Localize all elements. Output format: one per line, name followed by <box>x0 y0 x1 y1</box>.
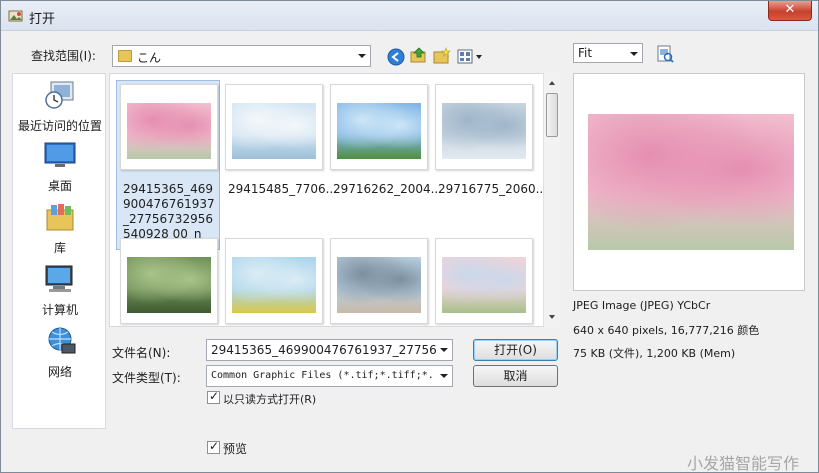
look-in-label: 查找范围(I): <box>31 49 96 63</box>
title-bar[interactable]: 打开 ✕ <box>1 1 818 31</box>
read-only-label[interactable]: 以只读方式打开(R) <box>223 391 316 407</box>
scroll-up-icon[interactable] <box>544 75 561 91</box>
file-name: 29415365_469900476761937_277567329565409… <box>123 182 215 241</box>
thumbnail-frame <box>120 84 218 170</box>
view-menu-icon[interactable] <box>457 48 485 66</box>
thumbnail-image <box>442 257 526 313</box>
up-folder-icon[interactable] <box>410 46 428 64</box>
scrollbar-thumb[interactable] <box>546 93 558 137</box>
folder-icon <box>118 50 132 62</box>
chevron-down-icon[interactable] <box>436 340 452 360</box>
chevron-down-icon[interactable] <box>626 44 642 62</box>
place-label: 计算机 <box>41 303 78 317</box>
preview-checkbox[interactable] <box>207 439 220 454</box>
thumbnail-frame <box>435 84 533 170</box>
thumbnail-image <box>127 103 211 159</box>
thumbnail-frame <box>225 238 323 324</box>
zoom-dropdown[interactable]: Fit <box>573 43 643 63</box>
back-icon[interactable] <box>387 48 405 66</box>
thumbnail-frame <box>225 84 323 170</box>
thumbnail-image <box>232 257 316 313</box>
file-name: 29716262_2004... <box>333 182 443 196</box>
place-library[interactable]: 库 <box>13 202 107 256</box>
place-label: 网络 <box>47 365 72 379</box>
preview-label[interactable]: 预览 <box>223 440 247 457</box>
place-network[interactable]: 网络 <box>13 326 107 380</box>
open-button[interactable]: 打开(O) <box>473 339 558 361</box>
thumbnail-image <box>442 103 526 159</box>
cancel-button[interactable]: 取消 <box>473 365 558 387</box>
image-size-info: 75 KB (文件), 1,200 KB (Mem) <box>573 347 736 360</box>
close-button[interactable]: ✕ <box>768 1 812 21</box>
file-type-label: 文件类型(T): <box>112 371 181 385</box>
chevron-down-icon[interactable] <box>354 46 370 66</box>
vertical-scrollbar[interactable] <box>543 73 560 327</box>
place-desktop[interactable]: 桌面 <box>13 140 107 194</box>
thumbnail-image <box>337 103 421 159</box>
recent-places-icon <box>45 81 74 109</box>
file-name-label: 文件名(N): <box>112 346 171 360</box>
place-recent[interactable]: 最近访问的位置 <box>13 80 107 134</box>
image-dimensions-info: 640 x 640 pixels, 16,777,216 颜色 <box>573 324 760 337</box>
read-only-checkbox[interactable] <box>207 389 220 404</box>
image-format-info: JPEG Image (JPEG) YCbCr <box>573 299 711 312</box>
thumbnail-image <box>337 257 421 313</box>
preview-options-icon[interactable] <box>656 45 674 63</box>
place-label: 最近访问的位置 <box>17 119 102 133</box>
chevron-down-icon[interactable] <box>436 366 452 386</box>
desktop-icon <box>44 142 76 167</box>
window-title: 打开 <box>29 12 56 27</box>
thumbnail-frame <box>330 84 428 170</box>
zoom-value: Fit <box>578 46 593 60</box>
app-icon <box>8 10 23 22</box>
place-label: 库 <box>53 241 66 255</box>
preview-pane <box>573 73 805 291</box>
watermark: 小发猫智能写作 <box>687 454 800 473</box>
thumbnail-frame <box>120 238 218 324</box>
file-name-value: 29415365_469900476761937_277567329565 <box>211 343 437 357</box>
thumbnail-frame <box>330 238 428 324</box>
look-in-value: こん <box>137 51 162 65</box>
computer-icon <box>45 265 73 292</box>
preview-image <box>588 114 794 250</box>
place-computer[interactable]: 计算机 <box>13 264 107 318</box>
file-type-dropdown[interactable]: Common Graphic Files (*.tif;*.tiff;*. <box>206 365 453 387</box>
file-name: 29415485_7706... <box>228 182 338 196</box>
new-folder-icon[interactable] <box>433 47 451 65</box>
library-icon <box>46 204 74 231</box>
file-type-value: Common Graphic Files (*.tif;*.tiff;*. <box>211 370 434 381</box>
file-name: 29716775_2060... <box>438 182 548 196</box>
place-label: 桌面 <box>47 179 72 193</box>
open-dialog: 打开 ✕ 查找范围(I): こん 最近访问的位置 桌面 库 计算机 网络 294… <box>0 0 819 473</box>
thumbnail-image <box>127 257 211 313</box>
look-in-dropdown[interactable]: こん <box>112 45 371 67</box>
scroll-down-icon[interactable] <box>544 309 561 325</box>
thumbnail-image <box>232 103 316 159</box>
network-icon <box>48 327 76 354</box>
thumbnail-frame <box>435 238 533 324</box>
file-list[interactable]: 29415365_469900476761937_277567329565409… <box>109 73 560 327</box>
file-name-input[interactable]: 29415365_469900476761937_277567329565 <box>206 339 453 361</box>
places-bar: 最近访问的位置 桌面 库 计算机 网络 <box>12 73 106 429</box>
